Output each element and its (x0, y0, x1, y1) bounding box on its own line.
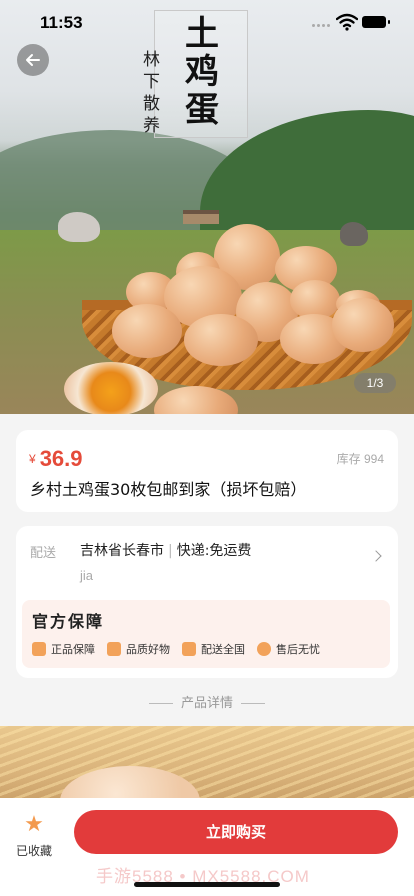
favorite-label: 已收藏 (15, 844, 52, 858)
official-guarantee-panel: 官方保障 正品保障 品质好物 配送全国 售后无忧 (22, 600, 390, 668)
status-bar: 11:53 (0, 0, 414, 46)
product-title: 乡村土鸡蛋30枚包邮到家（损坏包赔） (30, 480, 307, 499)
shipping-sub: jia (80, 568, 94, 583)
home-indicator (134, 882, 280, 887)
detail-section-divider: 产品详情 (0, 692, 414, 711)
battery-icon (362, 16, 390, 28)
shipping-value: 吉林省长春市 | 快递:免运费 (80, 543, 252, 559)
chevron-right-icon (370, 550, 382, 562)
guarantee-item-label: 品质好物 (126, 643, 170, 656)
price-value: 36.9 (39, 446, 83, 471)
guarantee-item-label: 正品保障 (51, 643, 95, 656)
favorite-button[interactable]: ★ 已收藏 (10, 814, 58, 859)
currency-symbol: ¥ (29, 452, 36, 466)
buy-now-button[interactable]: 立即购买 (74, 810, 398, 854)
egg (112, 304, 182, 358)
status-time: 11:53 (40, 13, 83, 32)
image-index-indicator: 1/3 (354, 373, 396, 393)
shipping-location: 吉林省长春市 (80, 543, 164, 559)
product-detail-image (0, 726, 414, 806)
detail-divider-label: 产品详情 (180, 696, 233, 711)
guarantee-item-label: 配送全国 (201, 643, 245, 656)
product-image-carousel[interactable]: 土鸡蛋 林下散养 1/3 (0, 0, 414, 414)
hen-image (340, 222, 368, 246)
service-icon (257, 642, 271, 656)
guarantee-item-label: 售后无忧 (276, 643, 320, 656)
truck-icon (182, 642, 196, 656)
shipping-label: 配送 (30, 546, 57, 561)
guarantee-list: 正品保障 品质好物 配送全国 售后无忧 (32, 641, 332, 657)
stock-count: 库存 994 (336, 452, 384, 466)
egg (184, 314, 258, 366)
price: ¥36.9 (29, 446, 83, 472)
guarantee-item: 配送全国 (182, 641, 245, 657)
shipping-method: 快递:免运费 (176, 543, 252, 559)
hen-image (58, 212, 100, 242)
guarantee-item: 正品保障 (32, 641, 95, 657)
signal-icon (312, 24, 330, 28)
back-button[interactable] (17, 44, 49, 76)
logo-subtitle: 林下散养 (143, 50, 160, 136)
arrow-left-icon (26, 54, 40, 66)
guarantee-title: 官方保障 (32, 612, 105, 631)
guarantee-item: 品质好物 (107, 641, 170, 657)
star-icon: ★ (24, 812, 44, 837)
farm-house (183, 210, 219, 224)
price-card: ¥36.9 库存 994 乡村土鸡蛋30枚包邮到家（损坏包赔） (16, 430, 398, 512)
egg (332, 298, 394, 352)
shield-icon (32, 642, 46, 656)
crown-icon (107, 642, 121, 656)
cracked-egg-yolk (64, 362, 158, 414)
guarantee-item: 售后无忧 (257, 641, 320, 657)
wifi-icon (336, 13, 358, 31)
info-card: 配送 吉林省长春市 | 快递:免运费 jia 官方保障 正品保障 品质好物 配送全国… (16, 526, 398, 678)
